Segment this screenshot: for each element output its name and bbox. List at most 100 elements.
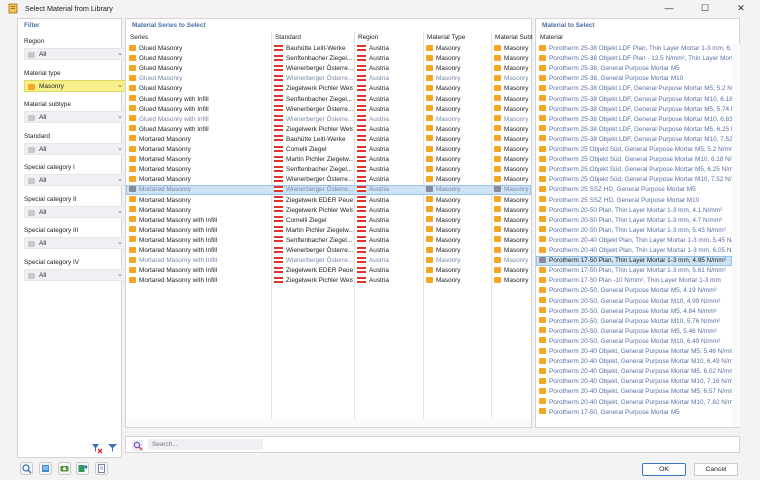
series-row-region[interactable]: Austria	[357, 145, 421, 155]
series-row-region[interactable]: Austria	[357, 266, 421, 276]
series-row-series[interactable]: Glued Masonry	[129, 44, 269, 54]
series-row-standard[interactable]: Ziegelwerk EDER Peue...	[274, 266, 353, 276]
material-list-icon[interactable]	[39, 462, 52, 475]
series-row-region[interactable]: Austria	[357, 64, 421, 74]
series-row-subtype[interactable]: Masonry	[494, 175, 532, 185]
series-row-region[interactable]: Austria	[357, 155, 421, 165]
filter-select-3[interactable]: All ⌄	[24, 142, 127, 155]
series-row-subtype[interactable]: Masonry	[494, 216, 532, 226]
material-row[interactable]: Porotherm 20-40 Objekt, General Purpose …	[539, 387, 732, 397]
series-row-standard[interactable]: Wienerberger Österre...	[274, 256, 353, 266]
series-row-subtype[interactable]: Masonry	[494, 105, 532, 115]
series-row-type[interactable]: Masonry	[426, 216, 490, 226]
series-row-series[interactable]: Mortared Masonry with Infill	[129, 236, 269, 246]
series-row-region[interactable]: Austria	[357, 256, 421, 266]
material-row[interactable]: Porotherm 20-40 Objekt Plan, Thin Layer …	[539, 246, 732, 256]
series-row-series[interactable]: Mortared Masonry with Infill	[129, 226, 269, 236]
material-row[interactable]: Porotherm 25-38 Objekt LDF, General Purp…	[539, 105, 732, 115]
material-row[interactable]: Porotherm 25 Objekt Süd, General Purpose…	[539, 175, 732, 185]
series-row-region[interactable]: Austria	[357, 175, 421, 185]
series-row-standard[interactable]: Ziegelwerk Pichler Wels	[274, 276, 353, 286]
series-row-subtype[interactable]: Masonry	[494, 74, 532, 84]
series-row-subtype[interactable]: Masonry	[494, 196, 532, 206]
column-material[interactable]: Material	[540, 34, 563, 41]
series-row-standard[interactable]: Wienerberger Österre...	[274, 105, 353, 115]
material-row[interactable]: Porotherm 20-40 Objekt, General Purpose …	[539, 367, 732, 377]
column-standard[interactable]: Standard	[275, 34, 301, 41]
series-row-standard[interactable]: Senftenbacher Ziegel...	[274, 54, 353, 64]
series-row-series[interactable]: Glued Masonry with Infill	[129, 105, 269, 115]
material-row[interactable]: Porotherm 20-50, General Purpose Mortar …	[539, 327, 732, 337]
material-row[interactable]: Porotherm 17-50 Plan, Thin Layer Mortar …	[539, 266, 732, 276]
series-row-type[interactable]: Masonry	[426, 276, 490, 286]
material-row[interactable]: Porotherm 20-50, General Purpose Mortar …	[539, 337, 732, 347]
series-row-series[interactable]: Mortared Masonry	[129, 155, 269, 165]
series-row-series[interactable]: Mortared Masonry	[129, 165, 269, 175]
series-row-region[interactable]: Austria	[357, 105, 421, 115]
material-row[interactable]: Porotherm 17-50 Plan, Thin Layer Mortar …	[539, 256, 732, 266]
horizontal-scrollbar[interactable]	[126, 419, 531, 427]
series-row-series[interactable]: Mortared Masonry with Infill	[129, 256, 269, 266]
series-row-subtype[interactable]: Masonry	[494, 206, 532, 216]
series-row-standard[interactable]: Ziegelwerk Pichler Wels	[274, 84, 353, 94]
series-row-region[interactable]: Austria	[357, 216, 421, 226]
series-row-type[interactable]: Masonry	[426, 185, 490, 195]
series-row-region[interactable]: Austria	[357, 54, 421, 64]
series-row-type[interactable]: Masonry	[426, 44, 490, 54]
filter-select-7[interactable]: All ⌄	[24, 268, 127, 281]
series-row-standard[interactable]: Wienerberger Österre...	[274, 246, 353, 256]
series-row-region[interactable]: Austria	[357, 185, 421, 195]
series-row-series[interactable]: Mortared Masonry	[129, 196, 269, 206]
series-row-region[interactable]: Austria	[357, 115, 421, 125]
search-zoom-icon[interactable]	[20, 462, 33, 475]
series-row-standard[interactable]: Bauhütte Leitl-Werke	[274, 135, 353, 145]
material-row[interactable]: Porotherm 25-38, General Purpose Mortar …	[539, 64, 732, 74]
series-row-series[interactable]: Mortared Masonry with Infill	[129, 266, 269, 276]
filter-select-4[interactable]: All ⌄	[24, 174, 127, 186]
material-row[interactable]: Porotherm 25-38 Objekt LDF, General Purp…	[539, 84, 732, 94]
series-row-series[interactable]: Glued Masonry with Infill	[129, 115, 269, 125]
series-row-standard[interactable]: Ziegelwerk Pichler Wels	[274, 206, 353, 216]
series-row-standard[interactable]: Martin Pichler Ziegelw...	[274, 155, 353, 165]
material-row[interactable]: Porotherm 17-50 Plan -10 N/mm², Thin Lay…	[539, 276, 732, 286]
filter-remove-icon[interactable]	[90, 441, 103, 454]
series-row-standard[interactable]: Comelli Ziegel	[274, 216, 353, 226]
material-row[interactable]: Porotherm 20-40 Objekt, General Purpose …	[539, 347, 732, 357]
series-row-type[interactable]: Masonry	[426, 246, 490, 256]
series-row-type[interactable]: Masonry	[426, 196, 490, 206]
series-row-series[interactable]: Mortared Masonry with Infill	[129, 216, 269, 226]
material-row[interactable]: Porotherm 25-38 Objekt LDF, General Purp…	[539, 135, 732, 145]
series-row-standard[interactable]: Senftenbacher Ziegel...	[274, 236, 353, 246]
series-row-standard[interactable]: Wienerberger Österre...	[274, 64, 353, 74]
series-row-type[interactable]: Masonry	[426, 256, 490, 266]
column-region[interactable]: Region	[358, 34, 378, 41]
series-row-series[interactable]: Mortared Masonry	[129, 175, 269, 185]
series-row-region[interactable]: Austria	[357, 226, 421, 236]
material-row[interactable]: Porotherm 17-50, General Purpose Mortar …	[539, 408, 732, 418]
material-row[interactable]: Porotherm 25-38 Objekt LDF Plan, Thin La…	[539, 44, 732, 54]
series-row-region[interactable]: Austria	[357, 196, 421, 206]
series-row-type[interactable]: Masonry	[426, 145, 490, 155]
filter-icon[interactable]	[106, 441, 119, 454]
series-row-standard[interactable]: Bauhütte Leitl-Werke	[274, 44, 353, 54]
vertical-scrollbar[interactable]	[732, 44, 740, 427]
series-row-subtype[interactable]: Masonry	[494, 246, 532, 256]
series-row-subtype[interactable]: Masonry	[494, 135, 532, 145]
series-row-series[interactable]: Mortared Masonry with Infill	[129, 276, 269, 286]
export-icon[interactable]	[76, 462, 89, 475]
series-row-type[interactable]: Masonry	[426, 266, 490, 276]
camera-icon[interactable]	[58, 462, 71, 475]
series-row-region[interactable]: Austria	[357, 165, 421, 175]
material-row[interactable]: Porotherm 25-38 Objekt LDF Plan - 12.5 N…	[539, 54, 732, 64]
series-row-region[interactable]: Austria	[357, 125, 421, 135]
series-row-subtype[interactable]: Masonry	[494, 44, 532, 54]
series-row-type[interactable]: Masonry	[426, 84, 490, 94]
series-row-subtype[interactable]: Masonry	[494, 236, 532, 246]
search-input[interactable]: Search...	[148, 439, 263, 450]
column-material-subtype[interactable]: Material Subt	[495, 34, 533, 41]
series-row-subtype[interactable]: Masonry	[494, 155, 532, 165]
series-row-region[interactable]: Austria	[357, 95, 421, 105]
series-row-standard[interactable]: Wienerberger Österre...	[274, 175, 353, 185]
material-row[interactable]: Porotherm 25-38 Objekt LDF, General Purp…	[539, 115, 732, 125]
series-row-standard[interactable]: Wienerberger Österre...	[274, 185, 353, 195]
